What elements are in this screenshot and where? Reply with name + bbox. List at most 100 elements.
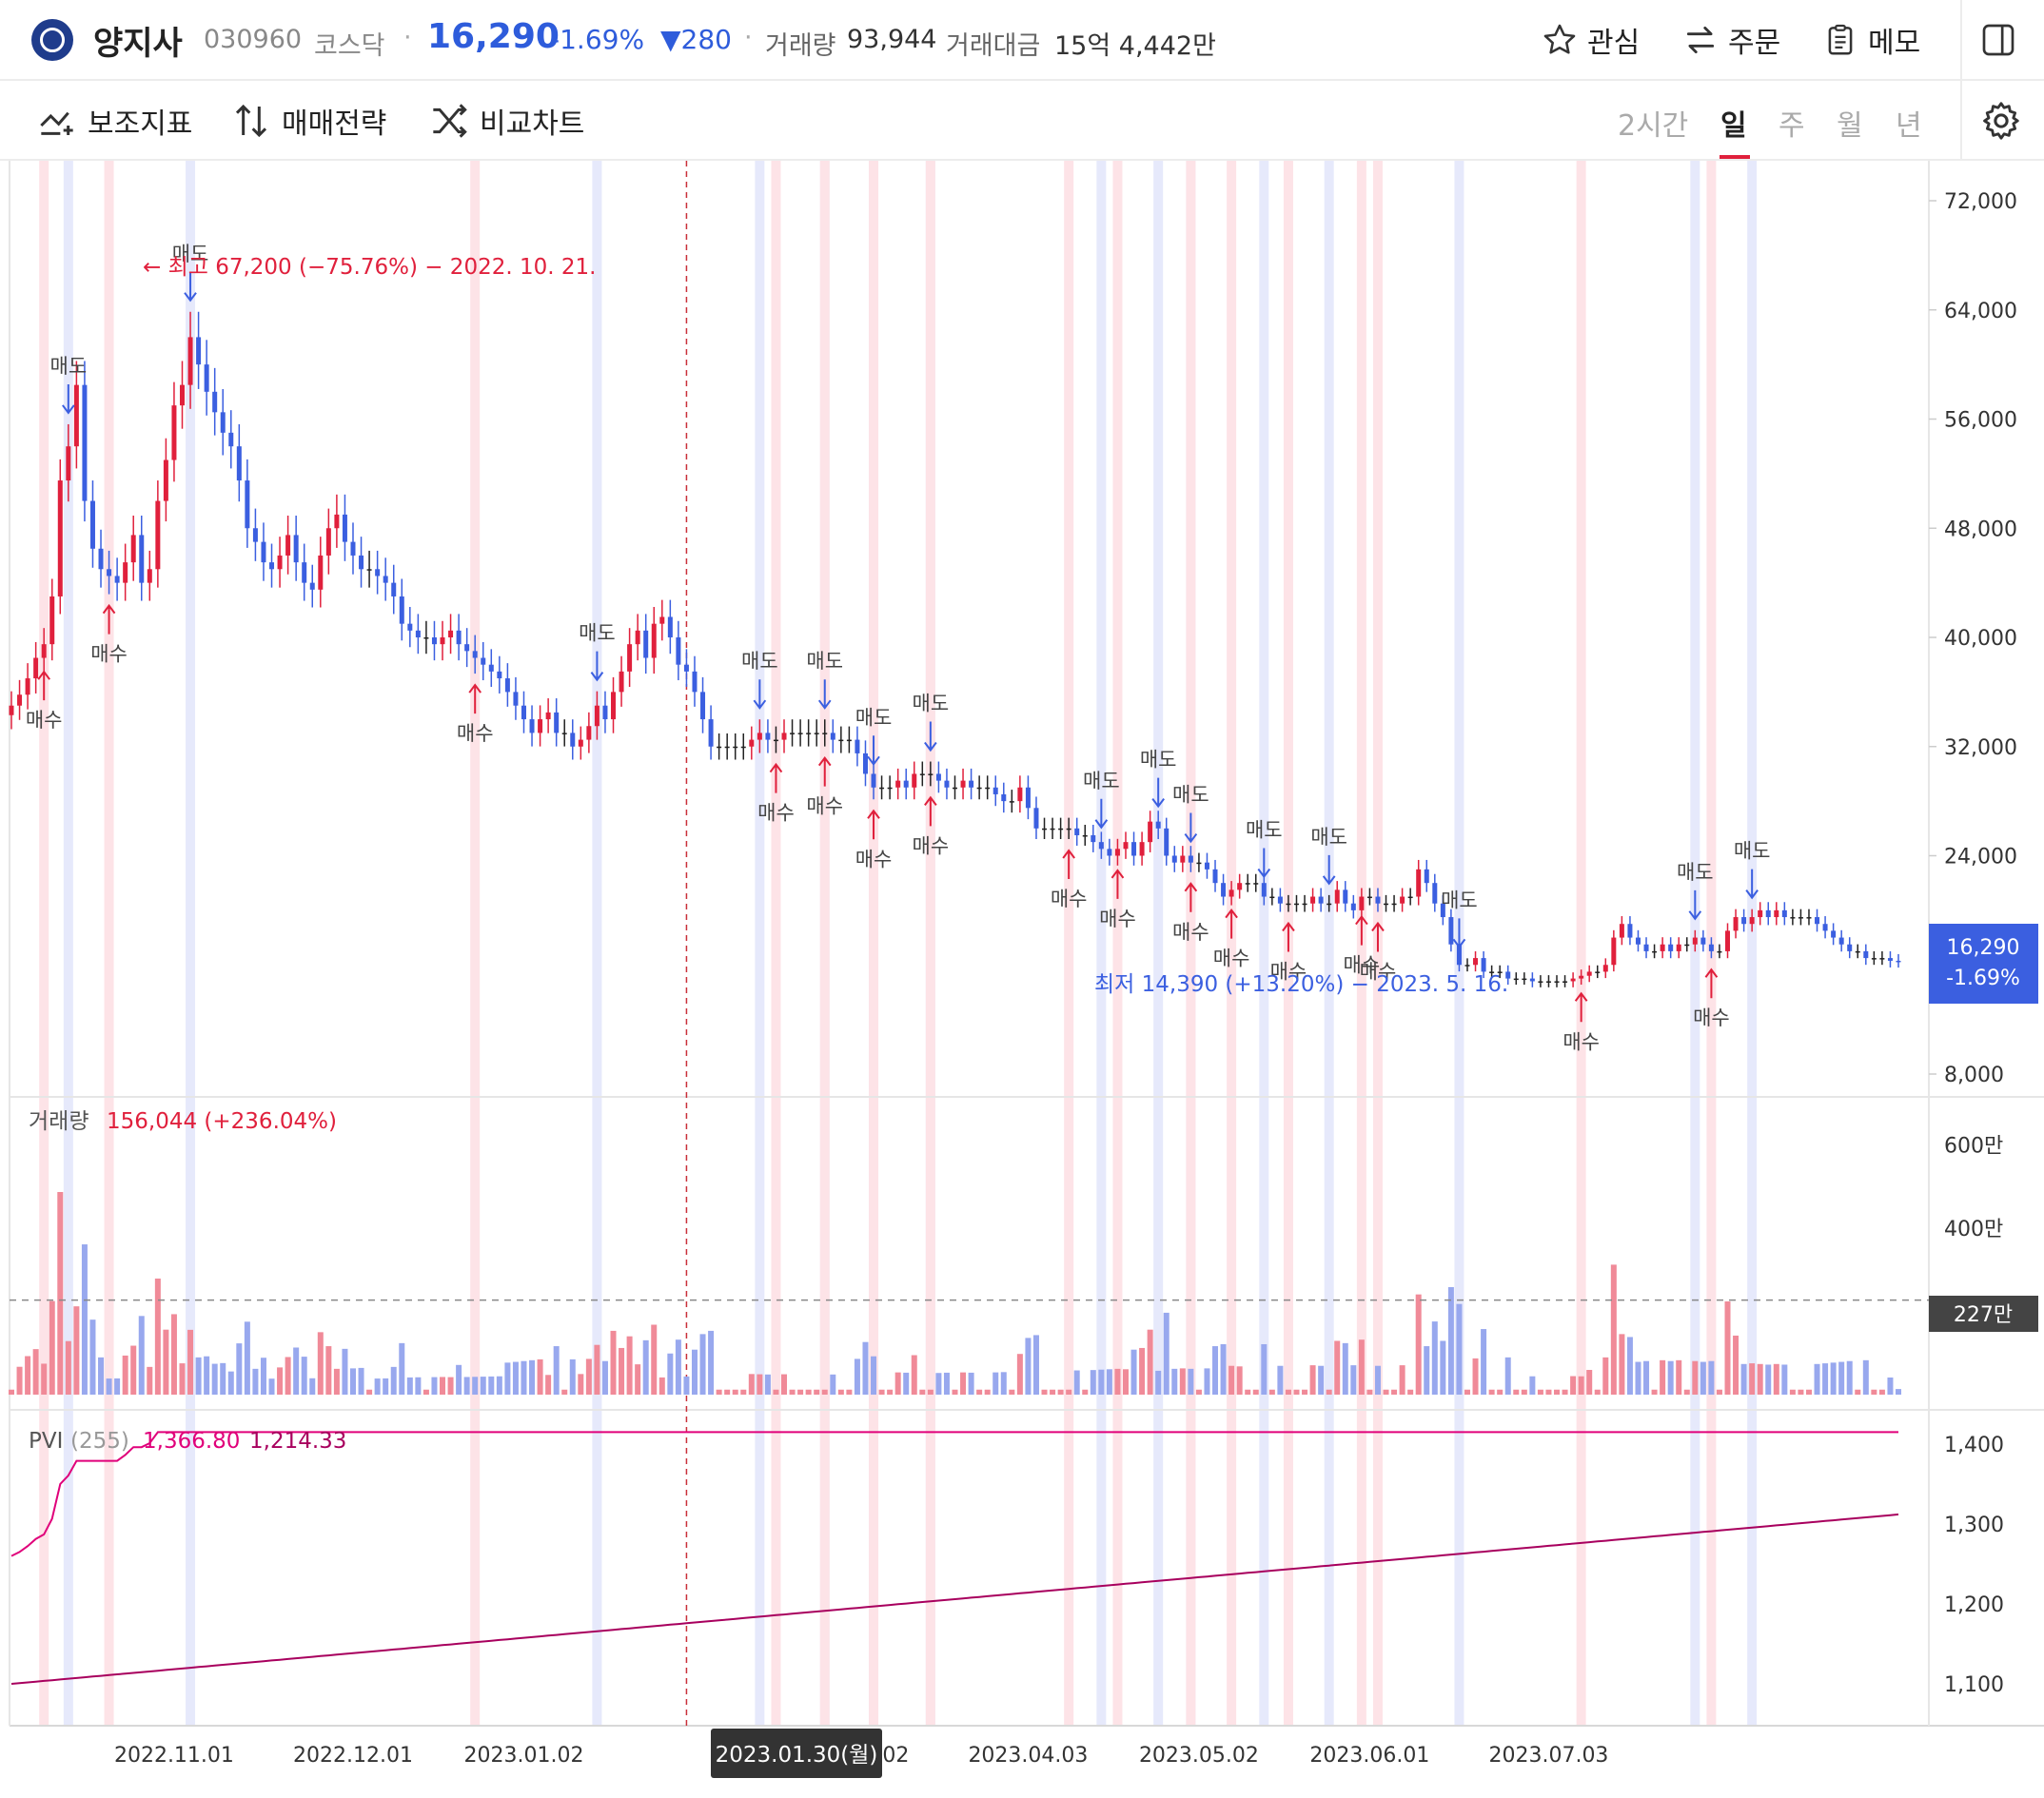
volume-bar <box>49 1300 55 1395</box>
candle-body <box>545 712 551 720</box>
candle-body <box>114 576 120 583</box>
candle-body <box>1391 903 1397 906</box>
volume-bar <box>521 1360 527 1395</box>
volume-bar <box>301 1357 307 1395</box>
volume-bar <box>1456 1303 1463 1395</box>
volume-bar <box>1163 1312 1169 1395</box>
period-week[interactable]: 주 <box>1779 102 1805 144</box>
volume-bar <box>423 1389 429 1395</box>
candle-body <box>41 644 47 658</box>
price-chart[interactable]: 매수매수매도매도매수매도매도매수매도매수매도매수매도매수매수매도매수매도매도매수… <box>0 161 2044 1798</box>
candle-body <box>1562 981 1568 983</box>
volume-bar <box>456 1364 462 1395</box>
buy-label: 매수 <box>1172 921 1209 944</box>
candle-body <box>448 630 454 637</box>
candle-body <box>1570 978 1576 982</box>
candle-body <box>1627 924 1633 938</box>
volume-bar <box>716 1389 722 1395</box>
volume-bar <box>952 1389 958 1395</box>
compare-button[interactable]: 비교차트 <box>430 100 584 142</box>
volume-bar <box>1016 1354 1023 1395</box>
date-tick-label: 2022.12.01 <box>293 1744 413 1768</box>
sell-signal-band <box>1259 161 1269 1726</box>
volume-bar <box>1082 1389 1089 1395</box>
volume-bar <box>1000 1372 1007 1395</box>
candle-body <box>1749 917 1755 925</box>
volume-bar <box>374 1378 381 1395</box>
buy-signal-band <box>470 161 481 1726</box>
volume-bar <box>147 1366 153 1395</box>
period-2hour[interactable]: 2시간 <box>1618 102 1688 144</box>
volume-bar <box>1602 1357 1609 1395</box>
candle-body <box>9 705 14 715</box>
volume-bar <box>1838 1361 1845 1395</box>
volume-bar <box>935 1373 942 1395</box>
volume-bar <box>927 1389 934 1395</box>
sell-signal-band <box>1096 161 1107 1726</box>
candle-body <box>570 733 576 747</box>
volume-bar <box>1147 1329 1153 1395</box>
volume-bar <box>1504 1357 1511 1395</box>
indicator-button[interactable]: 보조지표 <box>38 100 192 142</box>
candle-body <box>366 569 372 571</box>
volume-bar <box>871 1356 877 1395</box>
candle-body <box>887 787 893 790</box>
volume-bar <box>1765 1364 1772 1395</box>
candle-body <box>139 535 145 583</box>
volume-bar <box>1781 1364 1788 1395</box>
date-tick-label: 2023.01.02 <box>464 1744 584 1768</box>
volume-bar <box>943 1372 950 1395</box>
period-month[interactable]: 월 <box>1837 102 1863 144</box>
candle-body <box>643 630 649 658</box>
candle-body <box>765 733 771 740</box>
order-button[interactable]: 주문 <box>1682 17 1780 63</box>
panel-dividers <box>9 161 2044 1727</box>
watch-label: 관심 <box>1587 27 1641 60</box>
volume-bar <box>1651 1389 1658 1395</box>
candle-body <box>1660 944 1665 951</box>
sell-label: 매도 <box>1677 861 1714 884</box>
candle-body <box>1896 960 1901 963</box>
watch-button[interactable]: 관심 <box>1542 17 1640 63</box>
volume-bar <box>814 1389 820 1395</box>
candle-body <box>879 787 885 790</box>
volume-bar <box>837 1389 844 1395</box>
volume-bar <box>854 1358 860 1395</box>
candle-body <box>1806 917 1812 919</box>
candle-body <box>806 733 812 734</box>
candle-body <box>107 569 112 577</box>
company-logo <box>31 19 73 61</box>
volume-bar <box>1440 1340 1446 1395</box>
volume-bar <box>1122 1369 1129 1395</box>
candle-body <box>497 671 502 679</box>
stock-code: 030960 <box>204 25 303 54</box>
strategy-button[interactable]: 매매전략 <box>232 100 386 142</box>
pvi-tick-label: 1,200 <box>1944 1593 2004 1617</box>
volume-bar <box>179 1363 186 1395</box>
candle-body <box>790 733 796 734</box>
volume-tick-label: 400만 <box>1944 1218 2003 1241</box>
volume-bar <box>1050 1389 1056 1395</box>
memo-button[interactable]: 메모 <box>1822 17 1920 63</box>
volume-bar <box>65 1340 71 1395</box>
period-year[interactable]: 년 <box>1896 102 1922 144</box>
volume-bar <box>73 1306 80 1395</box>
candle-body <box>561 733 567 734</box>
period-day[interactable]: 일 <box>1720 102 1747 144</box>
candle-body <box>521 705 526 720</box>
settings-gear-icon[interactable] <box>1979 99 2023 143</box>
candle-body <box>1700 937 1706 945</box>
candle-body <box>82 384 88 501</box>
candle-body <box>309 582 315 590</box>
volume-current: 156,044 (+236.04%) <box>107 1109 337 1134</box>
candle-body <box>1204 862 1209 870</box>
volume-bar <box>1228 1365 1235 1395</box>
candle-body <box>1066 828 1071 831</box>
candle-body <box>1334 889 1340 904</box>
candle-body <box>1155 821 1161 829</box>
date-tick-label: 2023.06.01 <box>1309 1744 1429 1768</box>
panel-toggle-icon[interactable] <box>1979 21 2017 59</box>
candle-body <box>1286 903 1291 906</box>
candle-body <box>594 705 599 727</box>
candle-body <box>1091 834 1096 843</box>
